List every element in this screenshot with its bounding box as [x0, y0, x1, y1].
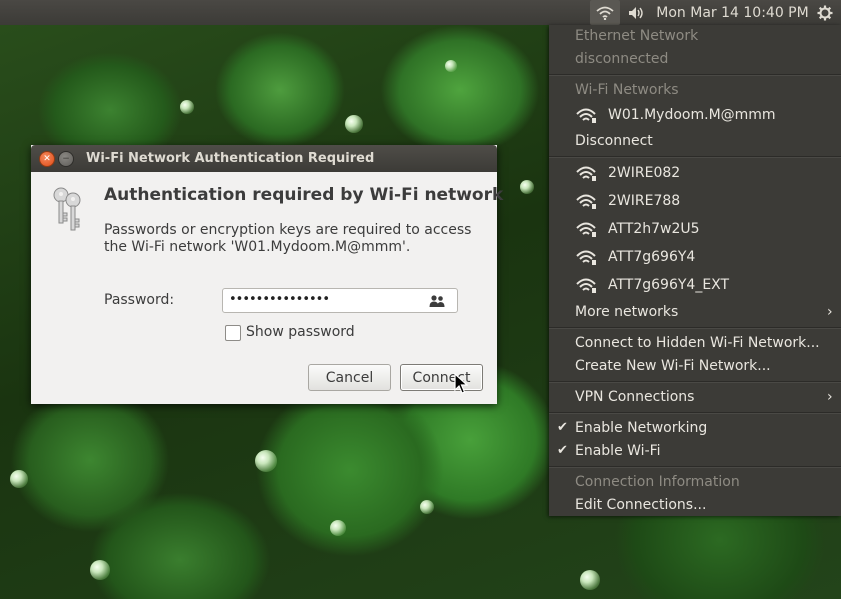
network-name: W01.Mydoom.M@mmm — [608, 107, 776, 123]
network-name: 2WIRE082 — [608, 165, 681, 181]
dialog-title: Wi-Fi Network Authentication Required — [86, 151, 375, 166]
wifi-signal-icon — [576, 222, 596, 237]
wifi-signal-icon — [576, 166, 596, 181]
connection-information-item: Connection Information — [575, 474, 740, 490]
close-icon: ✕ — [43, 153, 51, 164]
wifi-networks-header: Wi-Fi Networks — [575, 82, 679, 98]
auth-dialog: ✕ − Wi-Fi Network Authentication Require… — [31, 145, 503, 404]
menu-separator — [549, 412, 841, 414]
menu-separator — [549, 156, 841, 158]
cancel-button[interactable]: Cancel — [308, 364, 391, 391]
clock[interactable]: Mon Mar 14 10:40 PM — [655, 0, 810, 25]
password-value: ••••••••••••••• — [229, 292, 330, 307]
wifi-icon — [596, 6, 614, 20]
network-menu: Ethernet Network disconnected Wi-Fi Netw… — [549, 25, 841, 516]
menu-separator — [549, 74, 841, 76]
water-drop — [330, 520, 346, 536]
network-name: 2WIRE788 — [608, 193, 681, 209]
connect-button[interactable]: Connect — [400, 364, 483, 391]
water-drop — [520, 180, 534, 194]
close-button[interactable]: ✕ — [39, 151, 55, 167]
menu-separator — [549, 466, 841, 468]
water-drop — [90, 560, 110, 580]
show-password-label[interactable]: Show password — [246, 324, 355, 340]
wifi-signal-icon — [576, 278, 596, 293]
password-label: Password: — [104, 292, 175, 308]
dialog-message: Passwords or encryption keys are require… — [104, 222, 472, 255]
network-name: ATT2h7w2U5 — [608, 221, 700, 237]
network-name: ATT7g696Y4_EXT — [608, 277, 730, 293]
edit-connections-item[interactable]: Edit Connections... — [575, 494, 706, 516]
water-drop — [345, 115, 363, 133]
wifi-signal-icon — [576, 194, 596, 209]
more-networks-item[interactable]: More networks — [575, 301, 678, 323]
minimize-icon: − — [62, 153, 70, 164]
people-icon[interactable] — [429, 294, 445, 308]
dialog-heading: Authentication required by Wi-Fi network — [104, 185, 504, 205]
mouse-cursor-icon — [454, 373, 468, 394]
ethernet-status: disconnected — [575, 51, 669, 67]
minimize-button[interactable]: − — [58, 151, 74, 167]
chevron-right-icon: › — [827, 389, 833, 405]
menu-separator — [549, 327, 841, 329]
password-field[interactable]: ••••••••••••••• — [222, 288, 458, 313]
menu-separator — [549, 381, 841, 383]
volume-icon — [629, 6, 643, 19]
dialog-titlebar[interactable]: ✕ − Wi-Fi Network Authentication Require… — [31, 145, 497, 172]
top-panel: Mon Mar 14 10:40 PM — [0, 0, 841, 25]
wifi-indicator[interactable] — [590, 0, 620, 25]
water-drop — [10, 470, 28, 488]
water-drop — [580, 570, 600, 590]
enable-networking-item[interactable]: Enable Networking — [575, 417, 707, 439]
water-drop — [255, 450, 277, 472]
water-drop — [420, 500, 434, 514]
checkmark-icon: ✔ — [557, 443, 568, 458]
vpn-connections-item[interactable]: VPN Connections — [575, 386, 694, 408]
ethernet-header: Ethernet Network — [575, 28, 699, 44]
gear-icon — [817, 5, 833, 20]
water-drop — [180, 100, 194, 114]
create-new-network-item[interactable]: Create New Wi-Fi Network... — [575, 355, 771, 377]
checkmark-icon: ✔ — [557, 420, 568, 435]
volume-indicator[interactable] — [624, 0, 650, 25]
disconnect-item[interactable]: Disconnect — [575, 130, 653, 152]
session-indicator[interactable] — [812, 0, 838, 25]
wifi-signal-icon — [576, 108, 596, 123]
network-name: ATT7g696Y4 — [608, 249, 696, 265]
connect-hidden-network-item[interactable]: Connect to Hidden Wi-Fi Network... — [575, 332, 820, 354]
chevron-right-icon: › — [827, 304, 833, 320]
enable-wifi-item[interactable]: Enable Wi-Fi — [575, 440, 661, 462]
keys-icon — [53, 187, 81, 231]
show-password-checkbox[interactable] — [225, 325, 241, 341]
water-drop — [445, 60, 457, 72]
wifi-signal-icon — [576, 250, 596, 265]
